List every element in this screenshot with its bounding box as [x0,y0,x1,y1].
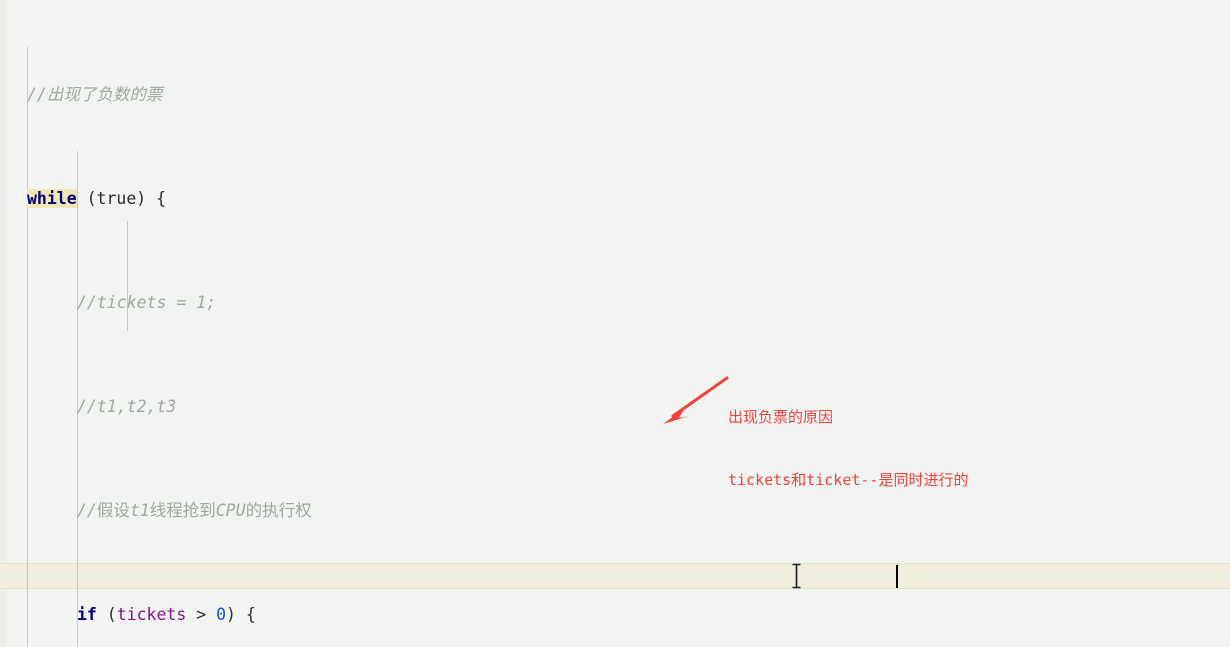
comment-slashes: // [77,501,97,520]
punctuation: ( [96,605,117,624]
code-line-5[interactable]: //假设t1线程抢到CPU的执行权 [0,498,1230,524]
comment-cjk: 的执行权 [245,501,312,520]
code-editor[interactable]: //出现了负数的票 while (true) { //tickets = 1; … [0,0,1230,647]
line2-rest: (true) { [76,189,167,208]
keyword-if: if [77,605,97,624]
text-caret [896,565,898,588]
code-line-6[interactable]: if (tickets > 0) { [0,602,1230,628]
code-line-3[interactable]: //tickets = 1; [0,290,1230,316]
comment-cjk: 假设 [96,501,130,520]
annotation-line-2: tickets和ticket--是同时进行的 [728,471,969,489]
field-tickets: tickets [116,605,187,624]
operator: > [186,605,217,624]
comment-cjk: 线程抢到 [149,501,216,520]
keyword-while: while [27,189,77,208]
code-line-4[interactable]: //t1,t2,t3 [0,394,1230,420]
punctuation: ) { [226,605,256,624]
code-line-1[interactable]: //出现了负数的票 [0,82,1230,108]
comment-token: //出现了负数的票 [27,85,163,104]
code-line-2[interactable]: while (true) { [0,186,1230,212]
annotation-text: 出现负票的原因 tickets和ticket--是同时进行的 [728,365,968,533]
annotation-line-1: 出现负票的原因 [728,408,834,426]
comment-token: //tickets = 1; [77,293,217,312]
comment-latin: CPU [215,501,246,520]
comment-token: //t1,t2,t3 [77,397,177,416]
comment-latin: t1 [129,501,150,520]
code-content[interactable]: //出现了负数的票 while (true) { //tickets = 1; … [0,4,1230,647]
number-literal: 0 [216,605,227,624]
